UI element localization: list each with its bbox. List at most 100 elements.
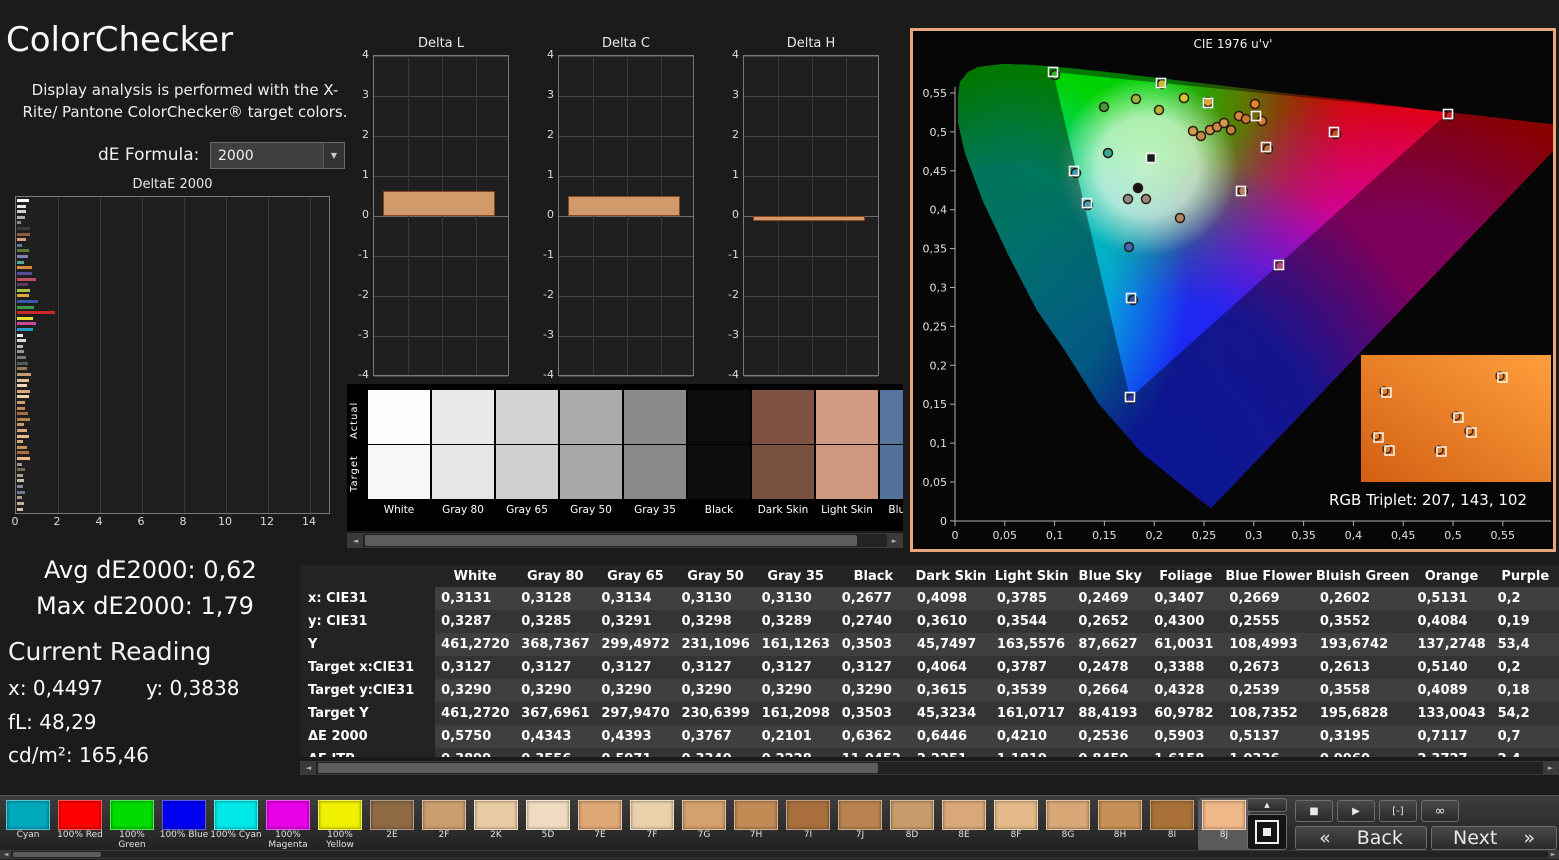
patch-tile[interactable]: 100% Yellow xyxy=(314,798,366,852)
patch-color xyxy=(110,800,154,830)
back-button[interactable]: « Back xyxy=(1295,826,1427,850)
play-icon: ▶ xyxy=(1352,805,1360,817)
cie-measured-point xyxy=(1132,182,1144,194)
patch-tile[interactable]: 100% Blue xyxy=(158,798,210,852)
table-cell: 0,5971 xyxy=(595,748,676,757)
patch-tile[interactable]: 8F xyxy=(990,798,1042,852)
table-cell: 0,2669 xyxy=(1223,587,1314,610)
table-row[interactable]: ΔE ITP0,38990,35560,59710,33400,222811,0… xyxy=(300,748,1559,757)
table-row[interactable]: x: CIE31 0,3131 0,3128 0,3134 0,3130 0,3130 0,… xyxy=(300,587,1559,610)
patch-tile[interactable]: 5D xyxy=(522,798,574,852)
cie-measured-point xyxy=(1102,147,1114,159)
reading-cdm2: cd/m²: 165,46 xyxy=(8,743,150,767)
patch-tile[interactable]: 2E xyxy=(366,798,418,852)
table-scrollbar-thumb[interactable] xyxy=(318,763,878,773)
patch-tile[interactable]: 7G xyxy=(678,798,730,852)
svg-text:0,5: 0,5 xyxy=(930,126,948,139)
deltae-bar xyxy=(17,423,24,427)
table-cell: 0,2478 xyxy=(1072,656,1149,679)
play-button[interactable]: ▶ xyxy=(1337,800,1375,822)
next-button[interactable]: Next » xyxy=(1431,826,1557,850)
patch-tile[interactable]: 100% Magenta xyxy=(262,798,314,852)
patch-tile[interactable]: 7J xyxy=(834,798,886,852)
chevron-down-icon[interactable]: ▼ xyxy=(323,143,344,168)
patch-tile[interactable]: 100% Cyan xyxy=(210,798,262,852)
table-scrollbar[interactable]: ◄ ► xyxy=(300,761,1559,775)
patch-tile[interactable]: 8D xyxy=(886,798,938,852)
up-arrow-icon: ▲ xyxy=(1264,801,1270,809)
delta-y-tick: 3 xyxy=(362,88,369,101)
scroll-right-icon[interactable]: ► xyxy=(887,534,902,547)
table-cell: 0,3127 xyxy=(835,656,911,679)
table-cell: 0,5750 xyxy=(435,725,516,748)
table-cell: 108,4993 xyxy=(1223,633,1314,656)
table-scrollbar-track[interactable] xyxy=(316,762,1543,774)
delta-chart: Delta H 4 3 2 1 0 -1 -2 -3 -4 xyxy=(713,36,881,382)
swatch-label: Dark Skin xyxy=(757,504,809,516)
swatch-scrollbar-thumb[interactable] xyxy=(365,535,857,546)
table-row[interactable]: Target Y 461,2720 367,6961 297,9470 230,6399… xyxy=(300,702,1559,725)
delta-y-tick: 1 xyxy=(732,168,739,181)
patch-tile[interactable]: 8H xyxy=(1094,798,1146,852)
current-patch-button[interactable] xyxy=(1247,814,1287,850)
patch-up-button[interactable]: ▲ xyxy=(1247,798,1287,812)
patch-tile[interactable]: 7H xyxy=(730,798,782,852)
patch-tile[interactable]: 100% Green xyxy=(106,798,158,852)
range-icon: [-] xyxy=(1392,805,1404,817)
loop-button[interactable]: ∞ xyxy=(1421,800,1459,822)
bottom-scrollbar-track[interactable] xyxy=(11,851,1548,858)
table-row[interactable]: y: CIE31 0,3287 0,3285 0,3291 0,3298 0,3289 0,… xyxy=(300,610,1559,633)
table-cell: 0,3289 xyxy=(755,610,836,633)
patch-tile[interactable]: 8J xyxy=(1198,798,1250,852)
patch-tile[interactable]: 7E xyxy=(574,798,626,852)
delta-chart: Delta L 4 3 2 1 0 -1 -2 -3 -4 xyxy=(343,36,511,382)
swatch-label: Gray 65 xyxy=(506,504,548,516)
bottom-scrollbar-thumb[interactable] xyxy=(13,852,101,857)
cie-measured-point xyxy=(1098,101,1110,113)
patch-color xyxy=(942,800,986,830)
table-cell: 87,6627 xyxy=(1072,633,1149,656)
table-row[interactable]: Target y:CIE31 0,3290 0,3290 0,3290 0,3290 0,… xyxy=(300,679,1559,702)
table-row[interactable]: Target x:CIE31 0,3127 0,3127 0,3127 0,3127 0,… xyxy=(300,656,1559,679)
patch-tile[interactable]: 2F xyxy=(418,798,470,852)
table-row-label: ΔE 2000 xyxy=(300,725,436,748)
deltae-bar xyxy=(17,215,25,219)
patch-tile[interactable]: 2K xyxy=(470,798,522,852)
de-formula-dropdown[interactable]: 2000 ▼ xyxy=(210,142,345,169)
swatch-scrollbar-track[interactable] xyxy=(363,534,887,547)
table-cell: 2,4 xyxy=(1491,748,1559,757)
scroll-right-icon[interactable]: ► xyxy=(1543,762,1558,774)
deltae-bar xyxy=(17,372,31,376)
cie-measured-point xyxy=(1240,113,1252,125)
scroll-right-icon[interactable]: ► xyxy=(1548,851,1558,858)
delta-y-tick: 3 xyxy=(547,88,554,101)
patch-tile[interactable]: 8E xyxy=(938,798,990,852)
scroll-left-icon[interactable]: ◄ xyxy=(301,762,316,774)
deltae-bar xyxy=(17,204,26,208)
table-cell: 0,3290 xyxy=(435,679,516,702)
patch-tile[interactable]: 8G xyxy=(1042,798,1094,852)
svg-text:0,1: 0,1 xyxy=(1046,529,1064,542)
stop-button[interactable]: ■ xyxy=(1295,800,1333,822)
svg-text:0,25: 0,25 xyxy=(923,320,948,333)
swatch-target xyxy=(880,445,903,499)
swatch-scrollbar[interactable]: ◄ ► xyxy=(347,533,903,548)
bottom-scrollbar[interactable]: ◄ ► xyxy=(0,850,1559,859)
patch-tile[interactable]: 7I xyxy=(782,798,834,852)
cie-measured-point xyxy=(1174,212,1186,224)
patch-tile[interactable]: Cyan xyxy=(2,798,54,852)
patch-label: 100% Red xyxy=(57,830,103,840)
patch-tile[interactable]: 8I xyxy=(1146,798,1198,852)
scroll-left-icon[interactable]: ◄ xyxy=(348,534,363,547)
table-cell: 0,3131 xyxy=(435,587,516,610)
deltae-bar xyxy=(17,322,37,326)
patch-tile[interactable]: 100% Red xyxy=(54,798,106,852)
range-button[interactable]: [-] xyxy=(1379,800,1417,822)
scroll-left-icon[interactable]: ◄ xyxy=(1,851,11,858)
table-row[interactable]: Y 461,2720 368,7367 299,4972 231,1096 161,126… xyxy=(300,633,1559,656)
table-row[interactable]: ΔE 2000 0,5750 0,4343 0,4393 0,3767 0,2101 0,6… xyxy=(300,725,1559,748)
back-chevron-icon: « xyxy=(1319,827,1331,849)
patch-label: 8G xyxy=(1061,830,1075,840)
patch-tile[interactable]: 7F xyxy=(626,798,678,852)
delta-y-tick: -3 xyxy=(543,328,554,341)
